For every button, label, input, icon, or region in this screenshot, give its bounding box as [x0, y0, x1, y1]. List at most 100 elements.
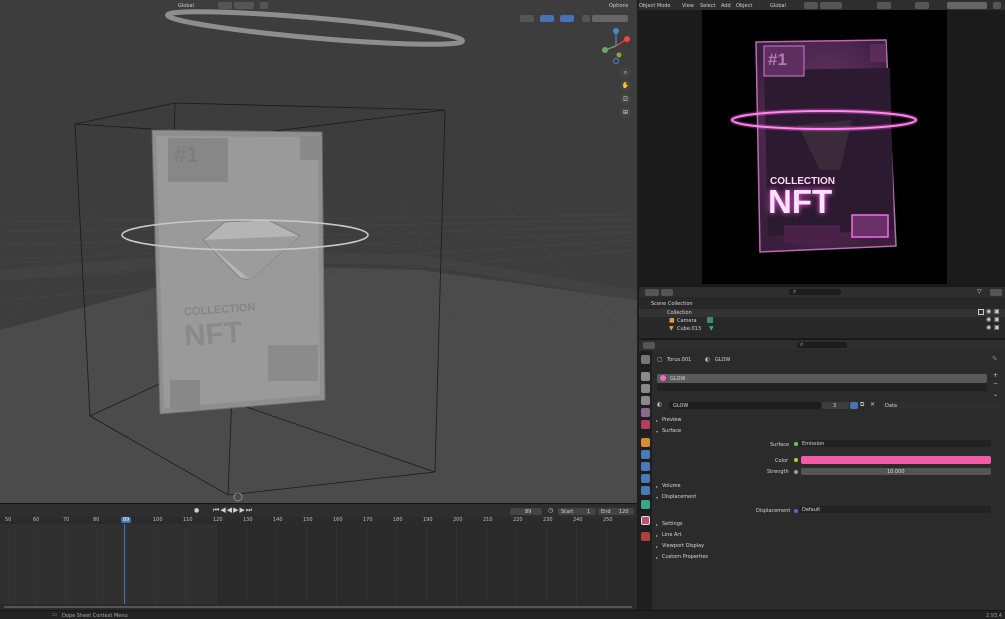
pin-icon[interactable]: ✎: [992, 355, 998, 363]
current-frame-field[interactable]: 89: [510, 508, 542, 515]
camera-render-icon[interactable]: ▣: [994, 324, 1000, 331]
material-datablock-field[interactable]: GLOW: [669, 402, 821, 409]
close-icon[interactable]: ✕: [870, 401, 875, 408]
menu-view[interactable]: View: [682, 3, 694, 9]
playhead-line[interactable]: [124, 524, 125, 604]
menu-add[interactable]: Add: [721, 3, 731, 9]
transform-orientation-right[interactable]: Global: [770, 3, 786, 9]
object-tab-icon[interactable]: [641, 438, 650, 447]
duplicate-icon[interactable]: ⧉: [860, 401, 864, 409]
fake-user-shield-icon[interactable]: [850, 402, 858, 409]
panel-settings[interactable]: Settings: [662, 521, 683, 527]
panel-displacement[interactable]: Displacement: [662, 494, 696, 500]
snap-button-right[interactable]: [820, 2, 842, 9]
display-mode-button[interactable]: [645, 289, 659, 296]
material-tab-icon[interactable]: [641, 516, 650, 525]
playback-buttons[interactable]: ⏮◀◀▶▶⏭: [213, 506, 253, 515]
pivot-button-right[interactable]: [804, 2, 818, 9]
remove-slot-button[interactable]: −: [993, 380, 998, 387]
exclude-checkbox[interactable]: [978, 309, 984, 315]
eye-icon[interactable]: ◉: [986, 316, 991, 323]
world-tab-icon[interactable]: [641, 420, 650, 429]
zoom-icon[interactable]: ⌕: [620, 67, 631, 78]
outliner-row-collection[interactable]: Collection ◉ ▣: [639, 308, 1005, 317]
user-count-field[interactable]: 3: [822, 402, 849, 409]
chevron-down-icon[interactable]: ⌄: [993, 391, 998, 398]
strength-slider[interactable]: 10.000: [801, 468, 991, 475]
clock-icon[interactable]: ◷: [548, 507, 553, 514]
properties-editor[interactable]: ⌕ ▢ Torus.001 ◐ GLOW ✎ GLOW + − ⌄ ◐ GLOW…: [639, 339, 1005, 610]
camera-render-icon[interactable]: ▣: [994, 316, 1000, 323]
panel-surface[interactable]: Surface: [662, 428, 681, 434]
outliner[interactable]: ⌕ ▽ Scene Collection Collection ◉ ▣ ■ Ca…: [639, 286, 1005, 338]
xray-toggle[interactable]: [582, 15, 590, 22]
add-slot-button[interactable]: +: [993, 372, 998, 379]
record-icon[interactable]: ●: [194, 507, 199, 514]
filter-icon[interactable]: ▽: [977, 288, 982, 295]
texture-tab-icon[interactable]: [641, 532, 650, 541]
shading-modes[interactable]: [592, 15, 628, 22]
constraints-tab-icon[interactable]: [641, 486, 650, 495]
outliner-row-camera[interactable]: ■ Camera ◉ ▣: [639, 316, 1005, 325]
panel-viewport-display[interactable]: Viewport Display: [662, 543, 704, 549]
panel-volume[interactable]: Volume: [662, 483, 681, 489]
eye-icon[interactable]: ◉: [986, 324, 991, 331]
overlay-toggle[interactable]: [560, 15, 574, 22]
menu-object[interactable]: Object: [736, 3, 752, 9]
panel-preview[interactable]: Preview: [662, 417, 681, 423]
camera-render-icon[interactable]: ▣: [994, 308, 1000, 315]
pause-render-button[interactable]: [993, 2, 1001, 9]
outliner-row-cube[interactable]: ▼ Cube.013 ▼ ◉ ▣: [639, 324, 1005, 333]
menu-select[interactable]: Select: [700, 3, 715, 9]
properties-search-field[interactable]: [797, 342, 847, 348]
playhead-frame-label[interactable]: 89: [121, 517, 132, 523]
tool-tab-icon[interactable]: [641, 355, 650, 364]
outliner-search-field[interactable]: [789, 289, 841, 295]
object-data-tab-icon[interactable]: [641, 500, 650, 509]
new-collection-button[interactable]: [990, 289, 1002, 296]
material-icon: ◐: [705, 356, 711, 363]
panel-custom-properties[interactable]: Custom Properties: [662, 554, 708, 560]
visibility-button[interactable]: [520, 15, 534, 22]
filter-view-button[interactable]: [661, 289, 673, 296]
pan-hand-icon[interactable]: ✋: [620, 80, 631, 91]
scene-tab-icon[interactable]: [641, 408, 650, 417]
gizmo-toggle[interactable]: [540, 15, 554, 22]
ruler-tick-label: 120: [213, 517, 223, 523]
overlay-toggle-right[interactable]: [915, 2, 929, 9]
start-label: Start: [561, 509, 574, 515]
3d-viewport[interactable]: #1 COLLECTION NFT Global Options ⌕ ✋ ⎚ ⊞: [0, 0, 637, 503]
ruler-gridline: [66, 527, 67, 604]
material-browse-icon[interactable]: ◐: [657, 401, 662, 408]
shading-modes-right[interactable]: [947, 2, 987, 9]
grid-view-icon[interactable]: ⊞: [620, 107, 631, 118]
ruler-gridline: [156, 527, 157, 604]
navigation-gizmo[interactable]: [597, 27, 635, 65]
proportional-button[interactable]: [260, 2, 268, 9]
render-tab-icon[interactable]: [641, 372, 650, 381]
displacement-field[interactable]: Default: [799, 506, 991, 513]
mode-selector[interactable]: Object Mode: [639, 3, 671, 9]
physics-tab-icon[interactable]: [641, 474, 650, 483]
pivot-button[interactable]: [218, 2, 232, 9]
editor-type-button[interactable]: [643, 342, 655, 349]
modifier-tab-icon[interactable]: [641, 450, 650, 459]
material-slot-row[interactable]: GLOW: [657, 374, 987, 383]
scrollbar-thumb[interactable]: [4, 606, 632, 608]
snap-button[interactable]: [234, 2, 254, 9]
gizmo-toggle-right[interactable]: [877, 2, 891, 9]
emission-color-swatch[interactable]: [801, 456, 991, 464]
end-frame-field[interactable]: End 120: [598, 508, 634, 515]
transform-orientation[interactable]: Global: [178, 3, 194, 9]
output-tab-icon[interactable]: [641, 384, 650, 393]
outliner-scene-collection[interactable]: Scene Collection: [651, 301, 693, 307]
link-dropdown[interactable]: Data: [882, 402, 1000, 409]
surface-shader-field[interactable]: Emission: [799, 440, 991, 447]
view-layer-tab-icon[interactable]: [641, 396, 650, 405]
panel-line-art[interactable]: Line Art: [662, 532, 681, 538]
options-menu[interactable]: Options: [609, 3, 628, 9]
start-frame-field[interactable]: Start 1: [558, 508, 596, 515]
eye-icon[interactable]: ◉: [986, 308, 991, 315]
particles-tab-icon[interactable]: [641, 462, 650, 471]
camera-view-icon[interactable]: ⎚: [620, 94, 631, 105]
